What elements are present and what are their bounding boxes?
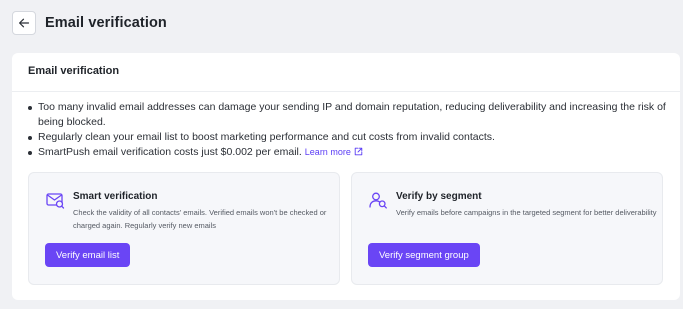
option-description: Check the validity of all contacts' emai…: [73, 208, 327, 230]
verification-card: Email verification Too many invalid emai…: [12, 53, 680, 300]
divider: [12, 91, 680, 92]
verify-email-list-button[interactable]: Verify email list: [45, 243, 131, 267]
smart-verification-option: Smart verification Check the validity of…: [28, 172, 340, 285]
page-header: Email verification: [12, 11, 167, 35]
info-item: Regularly clean your email list to boost…: [26, 130, 666, 145]
learn-more-link[interactable]: Learn more: [305, 147, 363, 157]
info-item-text: SmartPush email verification costs just …: [38, 146, 302, 158]
learn-more-label: Learn more: [304, 147, 351, 157]
external-link-icon: [354, 147, 363, 156]
verify-segment-group-button[interactable]: Verify segment group: [368, 243, 480, 267]
arrow-left-icon: [19, 18, 30, 28]
back-button[interactable]: [12, 11, 36, 35]
page-title: Email verification: [45, 15, 167, 31]
option-description: Verify emails before campaigns in the ta…: [396, 208, 657, 217]
verify-by-segment-option: Verify by segment Verify emails before c…: [351, 172, 663, 285]
card-title: Email verification: [28, 65, 120, 77]
users-search-icon: [369, 192, 387, 209]
info-item: SmartPush email verification costs just …: [26, 145, 666, 160]
info-list: Too many invalid email addresses can dam…: [26, 100, 666, 160]
option-title: Smart verification: [73, 191, 158, 202]
email-search-icon: [46, 193, 65, 209]
option-title: Verify by segment: [396, 191, 482, 202]
info-item: Too many invalid email addresses can dam…: [26, 100, 666, 130]
